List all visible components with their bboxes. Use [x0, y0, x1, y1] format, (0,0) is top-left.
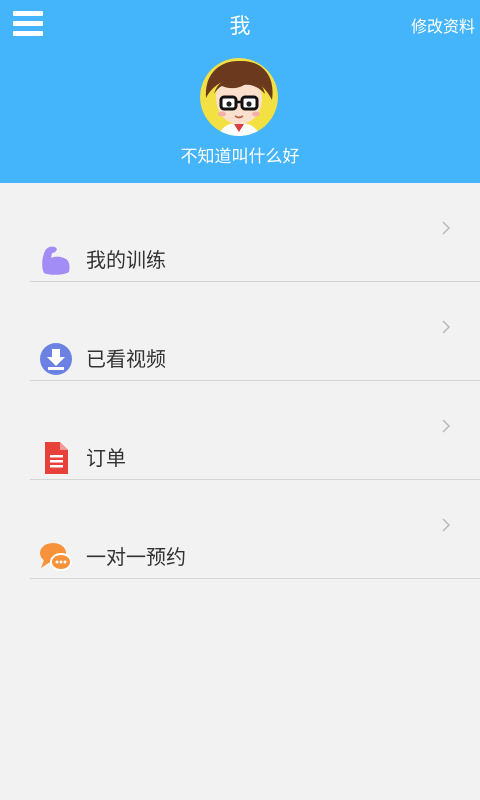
edit-profile-button[interactable]: 修改资料 [411, 17, 475, 37]
menu-item-watched-videos[interactable]: 已看视频 [30, 282, 480, 381]
chevron-right-icon [440, 319, 452, 334]
menu-item-label: 已看视频 [86, 347, 166, 371]
chevron-right-icon [440, 220, 452, 235]
page-title: 我 [229, 14, 251, 38]
menu-item-orders[interactable]: 订单 [30, 381, 480, 480]
menu-item-my-training[interactable]: 我的训练 [30, 183, 480, 282]
avatar[interactable] [200, 58, 278, 136]
flexed-arm-icon [39, 243, 73, 277]
chat-bubble-icon [39, 540, 73, 574]
menu-item-label: 我的训练 [86, 248, 166, 272]
chevron-right-icon [440, 418, 452, 433]
download-circle-icon [39, 342, 73, 376]
username: 不知道叫什么好 [180, 147, 300, 167]
menu-item-label: 一对一预约 [86, 545, 186, 569]
profile-menu-list: 我的训练 已看视频 订单 一对一预约 [30, 183, 480, 579]
document-icon [39, 441, 73, 475]
chevron-right-icon [440, 517, 452, 532]
menu-item-label: 订单 [86, 446, 126, 470]
profile-header: 我 修改资料 不知道叫什么好 [0, 0, 480, 183]
menu-item-one-on-one-booking[interactable]: 一对一预约 [30, 480, 480, 579]
